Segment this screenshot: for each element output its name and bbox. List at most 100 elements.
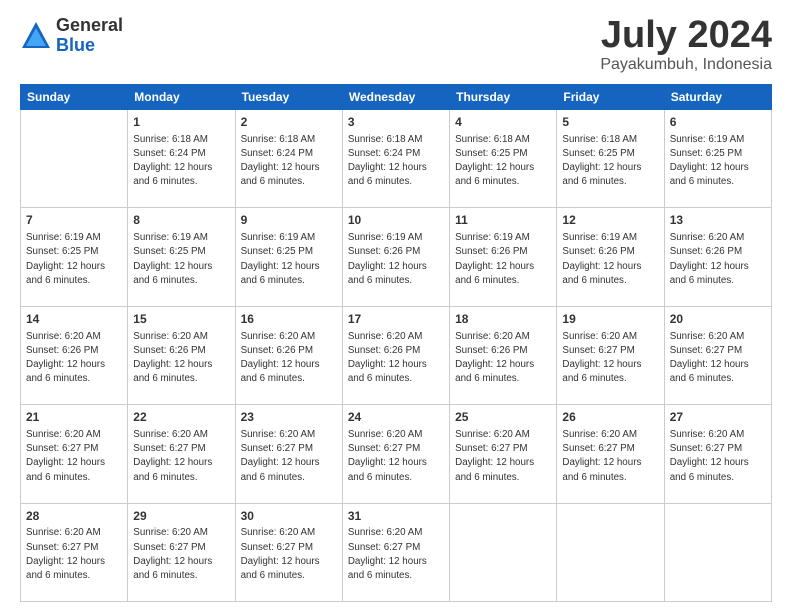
day-number: 24 bbox=[348, 409, 444, 426]
day-info: Sunrise: 6:20 AM Sunset: 6:26 PM Dayligh… bbox=[670, 231, 766, 288]
day-info: Sunrise: 6:18 AM Sunset: 6:24 PM Dayligh… bbox=[133, 133, 229, 190]
calendar-cell: 7 Sunrise: 6:19 AM Sunset: 6:25 PM Daylig… bbox=[21, 208, 128, 306]
day-info: Sunrise: 6:20 AM Sunset: 6:26 PM Dayligh… bbox=[133, 330, 229, 387]
day-info: Sunrise: 6:19 AM Sunset: 6:25 PM Dayligh… bbox=[26, 231, 122, 288]
calendar-cell: 21Sunrise: 6:20 AM Sunset: 6:27 PM Dayli… bbox=[21, 405, 128, 503]
logo-blue-text: Blue bbox=[56, 36, 123, 56]
day-info: Sunrise: 6:20 AM Sunset: 6:27 PM Dayligh… bbox=[562, 330, 658, 387]
calendar-cell: 3Sunrise: 6:18 AM Sunset: 6:24 PM Daylig… bbox=[342, 110, 449, 208]
calendar-row-1: 7 Sunrise: 6:19 AM Sunset: 6:25 PM Daylig… bbox=[21, 208, 772, 306]
day-info: Sunrise: 6:20 AM Sunset: 6:27 PM Dayligh… bbox=[348, 526, 444, 583]
header-thursday: Thursday bbox=[450, 85, 557, 110]
calendar-header-row: Sunday Monday Tuesday Wednesday Thursday… bbox=[21, 85, 772, 110]
page: General Blue July 2024 Payakumbuh, Indon… bbox=[0, 0, 792, 612]
day-number: 19 bbox=[562, 311, 658, 328]
day-number: 21 bbox=[26, 409, 122, 426]
day-number: 20 bbox=[670, 311, 766, 328]
header: General Blue July 2024 Payakumbuh, Indon… bbox=[20, 16, 772, 74]
day-info: Sunrise: 6:18 AM Sunset: 6:25 PM Dayligh… bbox=[455, 133, 551, 190]
day-number: 14 bbox=[26, 311, 122, 328]
day-number: 18 bbox=[455, 311, 551, 328]
day-info: Sunrise: 6:20 AM Sunset: 6:26 PM Dayligh… bbox=[455, 330, 551, 387]
calendar-cell: 11 Sunrise: 6:19 AM Sunset: 6:26 PM Dayli… bbox=[450, 208, 557, 306]
calendar-cell: 22Sunrise: 6:20 AM Sunset: 6:27 PM Dayli… bbox=[128, 405, 235, 503]
day-number: 1 bbox=[133, 114, 229, 131]
day-number: 15 bbox=[133, 311, 229, 328]
header-friday: Friday bbox=[557, 85, 664, 110]
calendar-cell: 27 Sunrise: 6:20 AM Sunset: 6:27 PM Dayli… bbox=[664, 405, 771, 503]
day-number: 29 bbox=[133, 508, 229, 525]
calendar-cell: 6 Sunrise: 6:19 AM Sunset: 6:25 PM Daylig… bbox=[664, 110, 771, 208]
calendar-row-2: 14 Sunrise: 6:20 AM Sunset: 6:26 PM Dayli… bbox=[21, 306, 772, 404]
calendar-row-4: 28Sunrise: 6:20 AM Sunset: 6:27 PM Dayli… bbox=[21, 503, 772, 601]
day-number: 9 bbox=[241, 212, 337, 229]
day-number: 26 bbox=[562, 409, 658, 426]
calendar-cell: 9Sunrise: 6:19 AM Sunset: 6:25 PM Daylig… bbox=[235, 208, 342, 306]
day-info: Sunrise: 6:20 AM Sunset: 6:27 PM Dayligh… bbox=[562, 428, 658, 485]
day-number: 13 bbox=[670, 212, 766, 229]
day-number: 4 bbox=[455, 114, 551, 131]
day-number: 7 bbox=[26, 212, 122, 229]
day-number: 22 bbox=[133, 409, 229, 426]
calendar-cell: 28Sunrise: 6:20 AM Sunset: 6:27 PM Dayli… bbox=[21, 503, 128, 601]
calendar-cell: 23 Sunrise: 6:20 AM Sunset: 6:27 PM Dayli… bbox=[235, 405, 342, 503]
calendar-cell bbox=[664, 503, 771, 601]
day-info: Sunrise: 6:19 AM Sunset: 6:25 PM Dayligh… bbox=[133, 231, 229, 288]
day-info: Sunrise: 6:18 AM Sunset: 6:24 PM Dayligh… bbox=[348, 133, 444, 190]
logo-icon bbox=[20, 20, 52, 52]
day-info: Sunrise: 6:19 AM Sunset: 6:26 PM Dayligh… bbox=[455, 231, 551, 288]
header-tuesday: Tuesday bbox=[235, 85, 342, 110]
day-number: 11 bbox=[455, 212, 551, 229]
day-info: Sunrise: 6:20 AM Sunset: 6:27 PM Dayligh… bbox=[670, 330, 766, 387]
calendar-table: Sunday Monday Tuesday Wednesday Thursday… bbox=[20, 84, 772, 602]
logo-general-text: General bbox=[56, 16, 123, 36]
calendar-cell: 13 Sunrise: 6:20 AM Sunset: 6:26 PM Dayli… bbox=[664, 208, 771, 306]
calendar-cell bbox=[450, 503, 557, 601]
day-info: Sunrise: 6:19 AM Sunset: 6:25 PM Dayligh… bbox=[670, 133, 766, 190]
calendar-cell: 14 Sunrise: 6:20 AM Sunset: 6:26 PM Dayli… bbox=[21, 306, 128, 404]
calendar-cell bbox=[557, 503, 664, 601]
day-info: Sunrise: 6:20 AM Sunset: 6:27 PM Dayligh… bbox=[348, 428, 444, 485]
calendar-row-3: 21 Sunrise: 6:20 AM Sunset: 6:27 PM Dayli… bbox=[21, 405, 772, 503]
calendar-cell: 8Sunrise: 6:19 AM Sunset: 6:25 PM Daylig… bbox=[128, 208, 235, 306]
day-number: 23 bbox=[241, 409, 337, 426]
calendar-cell: 15 Sunrise: 6:20 AM Sunset: 6:26 PM Dayli… bbox=[128, 306, 235, 404]
day-number: 30 bbox=[241, 508, 337, 525]
day-info: Sunrise: 6:20 AM Sunset: 6:27 PM Dayligh… bbox=[26, 526, 122, 583]
header-monday: Monday bbox=[128, 85, 235, 110]
calendar-cell: 25Sunrise: 6:20 AM Sunset: 6:27 PM Dayli… bbox=[450, 405, 557, 503]
day-number: 12 bbox=[562, 212, 658, 229]
day-number: 2 bbox=[241, 114, 337, 131]
day-info: Sunrise: 6:20 AM Sunset: 6:27 PM Dayligh… bbox=[241, 428, 337, 485]
calendar-cell bbox=[21, 110, 128, 208]
calendar-cell: 5Sunrise: 6:18 AM Sunset: 6:25 PM Daylig… bbox=[557, 110, 664, 208]
calendar-cell: 1 Sunrise: 6:18 AM Sunset: 6:24 PM Daylig… bbox=[128, 110, 235, 208]
calendar-cell: 10Sunrise: 6:19 AM Sunset: 6:26 PM Dayli… bbox=[342, 208, 449, 306]
day-info: Sunrise: 6:20 AM Sunset: 6:26 PM Dayligh… bbox=[26, 330, 122, 387]
calendar-cell: 4 Sunrise: 6:18 AM Sunset: 6:25 PM Daylig… bbox=[450, 110, 557, 208]
calendar-cell: 29Sunrise: 6:20 AM Sunset: 6:27 PM Dayli… bbox=[128, 503, 235, 601]
calendar-cell: 19 Sunrise: 6:20 AM Sunset: 6:27 PM Dayli… bbox=[557, 306, 664, 404]
logo-text: General Blue bbox=[56, 16, 123, 56]
day-info: Sunrise: 6:18 AM Sunset: 6:24 PM Dayligh… bbox=[241, 133, 337, 190]
title-block: July 2024 Payakumbuh, Indonesia bbox=[600, 16, 772, 74]
day-number: 25 bbox=[455, 409, 551, 426]
day-info: Sunrise: 6:20 AM Sunset: 6:27 PM Dayligh… bbox=[670, 428, 766, 485]
header-wednesday: Wednesday bbox=[342, 85, 449, 110]
day-info: Sunrise: 6:20 AM Sunset: 6:26 PM Dayligh… bbox=[348, 330, 444, 387]
calendar-row-0: 1 Sunrise: 6:18 AM Sunset: 6:24 PM Daylig… bbox=[21, 110, 772, 208]
day-number: 27 bbox=[670, 409, 766, 426]
calendar-cell: 20 Sunrise: 6:20 AM Sunset: 6:27 PM Dayli… bbox=[664, 306, 771, 404]
calendar-cell: 31Sunrise: 6:20 AM Sunset: 6:27 PM Dayli… bbox=[342, 503, 449, 601]
day-number: 6 bbox=[670, 114, 766, 131]
day-info: Sunrise: 6:18 AM Sunset: 6:25 PM Dayligh… bbox=[562, 133, 658, 190]
day-info: Sunrise: 6:20 AM Sunset: 6:27 PM Dayligh… bbox=[241, 526, 337, 583]
logo: General Blue bbox=[20, 16, 123, 56]
day-number: 16 bbox=[241, 311, 337, 328]
calendar-cell: 26 Sunrise: 6:20 AM Sunset: 6:27 PM Dayli… bbox=[557, 405, 664, 503]
calendar-cell: 12Sunrise: 6:19 AM Sunset: 6:26 PM Dayli… bbox=[557, 208, 664, 306]
day-number: 31 bbox=[348, 508, 444, 525]
calendar-cell: 17Sunrise: 6:20 AM Sunset: 6:26 PM Dayli… bbox=[342, 306, 449, 404]
calendar-cell: 18 Sunrise: 6:20 AM Sunset: 6:26 PM Dayli… bbox=[450, 306, 557, 404]
day-number: 10 bbox=[348, 212, 444, 229]
